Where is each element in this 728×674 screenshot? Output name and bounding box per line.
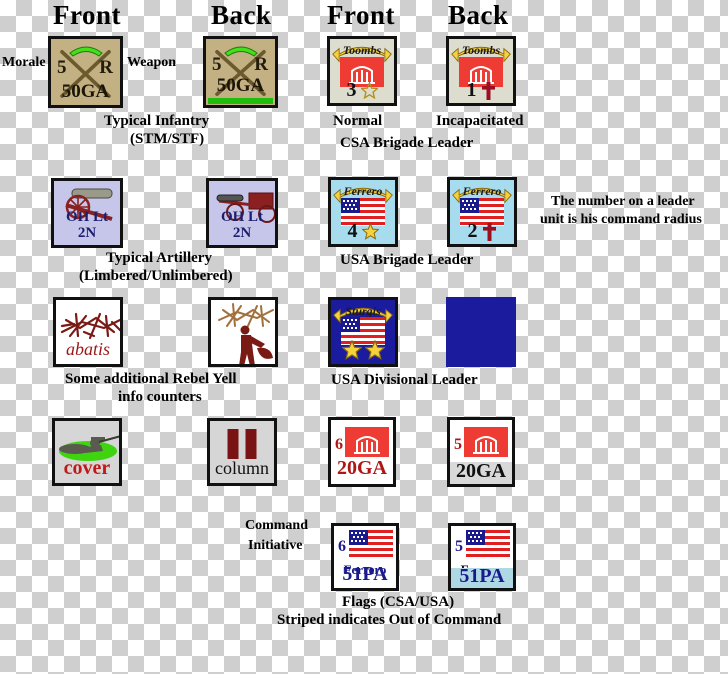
usa-leader-normal-counter[interactable]: Ferrero 4 — [328, 177, 398, 247]
csa-flag-in-command-unit: 20GA — [337, 457, 387, 479]
csa-leader-normal-stats: 3 — [330, 79, 394, 102]
infantry-back-unit: 50GA — [216, 75, 265, 96]
leader-note-line2: unit is his command radius — [540, 212, 702, 227]
artillery-limbered-counter[interactable]: OH Lt 2N — [51, 178, 123, 248]
abatis-label: abatis — [65, 339, 110, 359]
georgia-state-flag-icon — [345, 427, 389, 457]
column-counter[interactable]: column — [207, 418, 277, 486]
star-icon — [360, 82, 378, 99]
artillery-limbered-label: OH Lt 2N — [54, 210, 120, 241]
csa-leader-normal-radius: 3 — [346, 79, 357, 101]
cross-icon — [481, 81, 495, 100]
us-flag-icon — [466, 530, 510, 558]
header-left-front: Front — [53, 0, 121, 30]
info-caption-line2: info counters — [118, 389, 202, 405]
usa-leader-incapacitated-counter[interactable]: Ferrero 2 — [447, 177, 517, 247]
csa-flag-out-of-command-counter[interactable]: 5 20GA — [447, 417, 515, 487]
infantry-caption-line1: Typical Infantry — [104, 113, 210, 129]
csa-leader-incapacitated-counter[interactable]: Toombs 1 — [446, 36, 516, 106]
georgia-state-flag-icon — [464, 427, 508, 457]
flags-caption-line2: Striped indicates Out of Command — [277, 612, 502, 628]
usa-flag-out-of-command-unit: 51PA — [459, 565, 505, 587]
infantry-front-counter[interactable]: 5 R 50GA — [48, 36, 123, 108]
usa-leader-normal-name: Ferrero — [343, 184, 383, 198]
leader-note-line1: The number on a leader — [551, 194, 695, 209]
abatis-counter[interactable]: abatis — [53, 297, 123, 367]
csa-leader-normal-counter[interactable]: Toombs 3 — [327, 36, 397, 106]
csa-leader-normal-name: Toombs — [342, 43, 382, 57]
usa-flag-in-command-unit: 51PA — [342, 563, 388, 585]
header-left-back: Back — [211, 0, 272, 30]
usa-leader-incapacitated-name: Ferrero — [462, 184, 502, 198]
usa-leader-incapacitated-stats: 2 — [450, 220, 514, 243]
green-banner-icon — [223, 46, 258, 57]
infantry-front-unit: 50GA — [61, 81, 110, 102]
command-initiative-line1: Command — [245, 518, 309, 533]
two-bars-icon — [227, 429, 257, 459]
flags-caption-line1: Flags (CSA/USA) — [342, 594, 455, 610]
us-flag-icon — [349, 530, 393, 558]
cross-icon — [482, 222, 496, 241]
cover-label: cover — [63, 457, 111, 479]
usa-leader-caption: USA Brigade Leader — [340, 252, 474, 268]
infantry-front-morale: 5 — [57, 57, 67, 79]
usa-leader-incapacitated-radius: 2 — [467, 220, 478, 242]
csa-flag-in-command-number: 6 — [335, 436, 343, 453]
green-stripe-indicator — [208, 98, 273, 104]
usa-divisional-leader-stars — [331, 340, 395, 360]
command-initiative-line2: Initiative — [248, 538, 303, 553]
header-right-back: Back — [448, 0, 509, 30]
green-banner-icon — [68, 46, 103, 57]
digging-worker-icon — [218, 303, 274, 364]
star-icon — [364, 340, 385, 360]
csa-leader-normal-caption: Normal — [333, 113, 383, 129]
usa-flag-out-of-command-counter[interactable]: 5 Ferrero 51PA — [448, 523, 516, 591]
usa-leader-normal-radius: 4 — [347, 220, 358, 242]
csa-flag-in-command-counter[interactable]: 6 20GA — [328, 417, 396, 487]
morale-annotation: Morale — [2, 55, 46, 70]
column-label: column — [215, 458, 269, 478]
artillery-unlimbered-counter[interactable]: OH Lt 2N — [206, 178, 278, 248]
usa-flag-in-command-number: 6 — [338, 538, 346, 555]
usa-divisional-leader-back-counter[interactable] — [446, 297, 516, 367]
artillery-caption-line2: (Limbered/Unlimbered) — [79, 268, 233, 284]
infantry-front-weapon: R — [99, 57, 113, 79]
artillery-unlimbered-line1: OH Lt — [220, 209, 264, 226]
infantry-back-weapon: R — [254, 54, 268, 76]
infantry-back-morale: 5 — [212, 54, 222, 76]
csa-leader-incap-caption: Incapacitated — [436, 113, 524, 129]
infantry-back-counter[interactable]: 5 R 50GA — [203, 36, 278, 108]
artillery-limbered-line2: 2N — [77, 224, 97, 241]
cover-counter[interactable]: cover — [52, 418, 122, 486]
csa-leader-caption: CSA Brigade Leader — [340, 135, 474, 151]
artillery-limbered-line1: OH Lt — [65, 209, 109, 226]
csa-leader-incapacitated-radius: 1 — [466, 79, 477, 101]
csa-leader-incapacitated-name: Toombs — [461, 43, 501, 57]
info-caption-line1: Some additional Rebel Yell — [65, 371, 237, 387]
usa-div-leader-caption: USA Divisional Leader — [331, 372, 478, 388]
infantry-caption-line2: (STM/STF) — [130, 131, 205, 147]
usa-leader-normal-stats: 4 — [331, 220, 395, 243]
star-icon — [361, 223, 379, 240]
weapon-annotation: Weapon — [127, 55, 177, 70]
usa-divisional-leader-counter[interactable]: Sturgis — [328, 297, 398, 367]
csa-flag-out-of-command-number: 5 — [454, 436, 462, 453]
csa-flag-out-of-command-unit: 20GA — [456, 460, 506, 482]
usa-flag-in-command-counter[interactable]: 6 Ferrero 51PA — [331, 523, 399, 591]
digging-counter[interactable] — [208, 297, 278, 367]
csa-leader-incapacitated-stats: 1 — [449, 79, 513, 102]
usa-flag-out-of-command-number: 5 — [455, 538, 463, 555]
artillery-caption-line1: Typical Artillery — [106, 250, 212, 266]
header-right-front: Front — [327, 0, 395, 30]
star-icon — [341, 340, 362, 360]
artillery-unlimbered-line2: 2N — [232, 224, 252, 241]
artillery-unlimbered-label: OH Lt 2N — [209, 210, 275, 241]
